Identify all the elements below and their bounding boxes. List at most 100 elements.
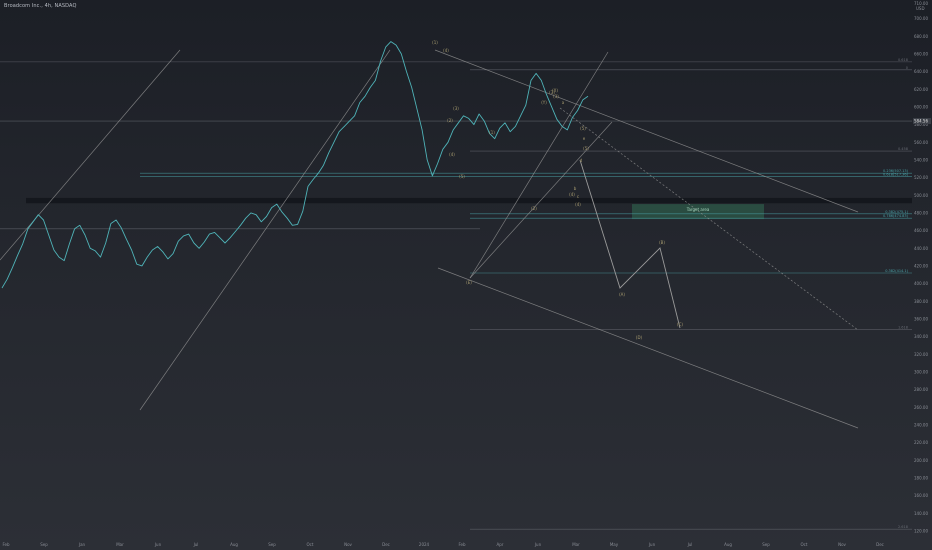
y-tick-label: 500.00 <box>914 193 928 198</box>
band-layer: Target area <box>26 197 912 220</box>
wave-label: (1) <box>489 130 495 135</box>
trendline <box>0 49 181 261</box>
wave-label: (4) <box>575 202 581 207</box>
y-tick-label: 400.00 <box>914 281 928 286</box>
x-tick-label: Dec <box>876 542 884 547</box>
y-tick-label: 680.00 <box>914 34 928 39</box>
wave-label: (1) <box>432 40 438 45</box>
y-tick-label: 140.00 <box>914 511 928 516</box>
wave-label: (2) <box>447 118 453 123</box>
wave-label: (Y) <box>541 100 547 105</box>
dark-band <box>26 197 912 204</box>
levels-layer: 0.61800.4580.236(507.13)0.618(517.36)0.3… <box>0 58 912 530</box>
x-tick-label: Sep <box>268 542 276 547</box>
x-tick-label: Feb <box>458 542 466 547</box>
y-tick-label: 480.00 <box>914 210 928 215</box>
price-series-line <box>1 41 589 289</box>
x-tick-label: May <box>610 542 619 547</box>
projected-path <box>579 159 681 329</box>
wave-label: a <box>562 100 565 105</box>
wave-label: d <box>580 158 583 163</box>
y-tick-label: 600.00 <box>914 104 928 109</box>
y-tick-label: 540.00 <box>914 157 928 162</box>
wave-label: b <box>574 186 577 191</box>
y-tick-label: 260.00 <box>914 405 928 410</box>
trendline <box>139 49 391 411</box>
x-tick-label: Nov <box>838 542 846 547</box>
y-tick-label: 360.00 <box>914 316 928 321</box>
y-tick-label: 180.00 <box>914 475 928 480</box>
wave-label: (5) <box>583 146 589 151</box>
x-tick-label: Aug <box>724 542 732 547</box>
x-tick-label: Oct <box>307 542 314 547</box>
x-tick-label: Apr <box>497 542 504 547</box>
chart-root: Broadcom Inc., 4h, NASDAQ Target area 0.… <box>0 0 932 550</box>
wave-label: (4) <box>449 152 455 157</box>
wave-label: e <box>583 136 586 141</box>
y-tick-label: 160.00 <box>914 493 928 498</box>
x-tick-label: Dec <box>382 542 390 547</box>
horizontal-level-label: 0.618 <box>898 58 908 62</box>
x-tick-label: Nov <box>344 542 352 547</box>
x-tick-label: Mar <box>572 542 580 547</box>
last-price-label: 584.56 <box>914 119 928 124</box>
wave-labels-layer: (4) (3) (4) (5) (1) (2) (3) (4) (5) (A) (B) (C) (D) (… <box>432 40 683 340</box>
wave-label: (2) <box>531 206 537 211</box>
x-tick-label: 2024 <box>419 542 430 547</box>
chart-svg: Target area 0.61800.4580.236(507.13)0.61… <box>0 1 931 547</box>
wave-label: (D) <box>636 335 643 340</box>
x-tick-label: Feb <box>2 542 10 547</box>
y-tick-label: 700.00 <box>914 16 928 21</box>
horizontal-level-label: 0.382(414.1) <box>885 269 908 273</box>
y-tick-label: 440.00 <box>914 246 928 251</box>
horizontal-level-label: 0.786(474.83) <box>883 214 909 218</box>
y-tick-label: 640.00 <box>914 69 928 74</box>
y-tick-label: 660.00 <box>914 51 928 56</box>
y-tick-label: 200.00 <box>914 458 928 463</box>
x-tick-label: Jun <box>534 542 542 547</box>
wave-label: (5) <box>580 126 586 131</box>
y-axis[interactable]: 120.00 140.00 160.00 180.00 200.00 220.00 240.… <box>913 1 931 533</box>
x-tick-label: Jul <box>193 542 199 547</box>
x-axis[interactable]: Feb Sep Jan Mar Jun Jul Aug Sep Oct Nov Dec 2024 Feb… <box>2 542 883 547</box>
y-tick-label: 240.00 <box>914 422 928 427</box>
horizontal-level-label: 0 <box>906 66 908 70</box>
x-tick-label: Jun <box>154 542 162 547</box>
x-tick-label: Jun <box>648 542 656 547</box>
y-tick-label: 340.00 <box>914 334 928 339</box>
wave-label: (A) <box>619 292 625 297</box>
trendline <box>437 267 859 429</box>
y-tick-label: 420.00 <box>914 263 928 268</box>
y-tick-label: 320.00 <box>914 352 928 357</box>
wave-label: (4) <box>569 192 575 197</box>
wave-label: (4) <box>443 48 449 53</box>
y-tick-label: 120.00 <box>914 528 928 533</box>
y-tick-label: 560.00 <box>914 140 928 145</box>
wave-label: (3) <box>453 106 459 111</box>
horizontal-level-label: 1.618 <box>898 326 908 330</box>
y-axis-unit-label: USD <box>916 6 925 11</box>
trendline-layer <box>0 49 859 429</box>
horizontal-level-label: 2.618 <box>898 525 908 529</box>
y-tick-label: 620.00 <box>914 87 928 92</box>
x-tick-label: Sep <box>40 542 48 547</box>
x-tick-label: Jul <box>687 542 693 547</box>
y-tick-label: 300.00 <box>914 369 928 374</box>
target-zone-label: Target area <box>686 207 710 212</box>
x-tick-label: Sep <box>762 542 770 547</box>
wave-label: (5) <box>459 174 465 179</box>
wave-label: (3) <box>553 94 559 99</box>
wave-label: (C) <box>677 322 683 327</box>
y-tick-label: 520.00 <box>914 175 928 180</box>
y-tick-label: 220.00 <box>914 440 928 445</box>
trendline <box>559 107 859 331</box>
x-tick-label: Oct <box>801 542 808 547</box>
y-tick-label: 280.00 <box>914 387 928 392</box>
x-tick-label: Jan <box>78 542 86 547</box>
trendline <box>469 51 609 279</box>
horizontal-level-label: 0.382(475.1) <box>885 210 908 214</box>
y-tick-label: 380.00 <box>914 299 928 304</box>
x-tick-label: Mar <box>116 542 124 547</box>
wave-label: (X) <box>552 88 558 93</box>
horizontal-level-label: 0.458 <box>898 147 908 151</box>
